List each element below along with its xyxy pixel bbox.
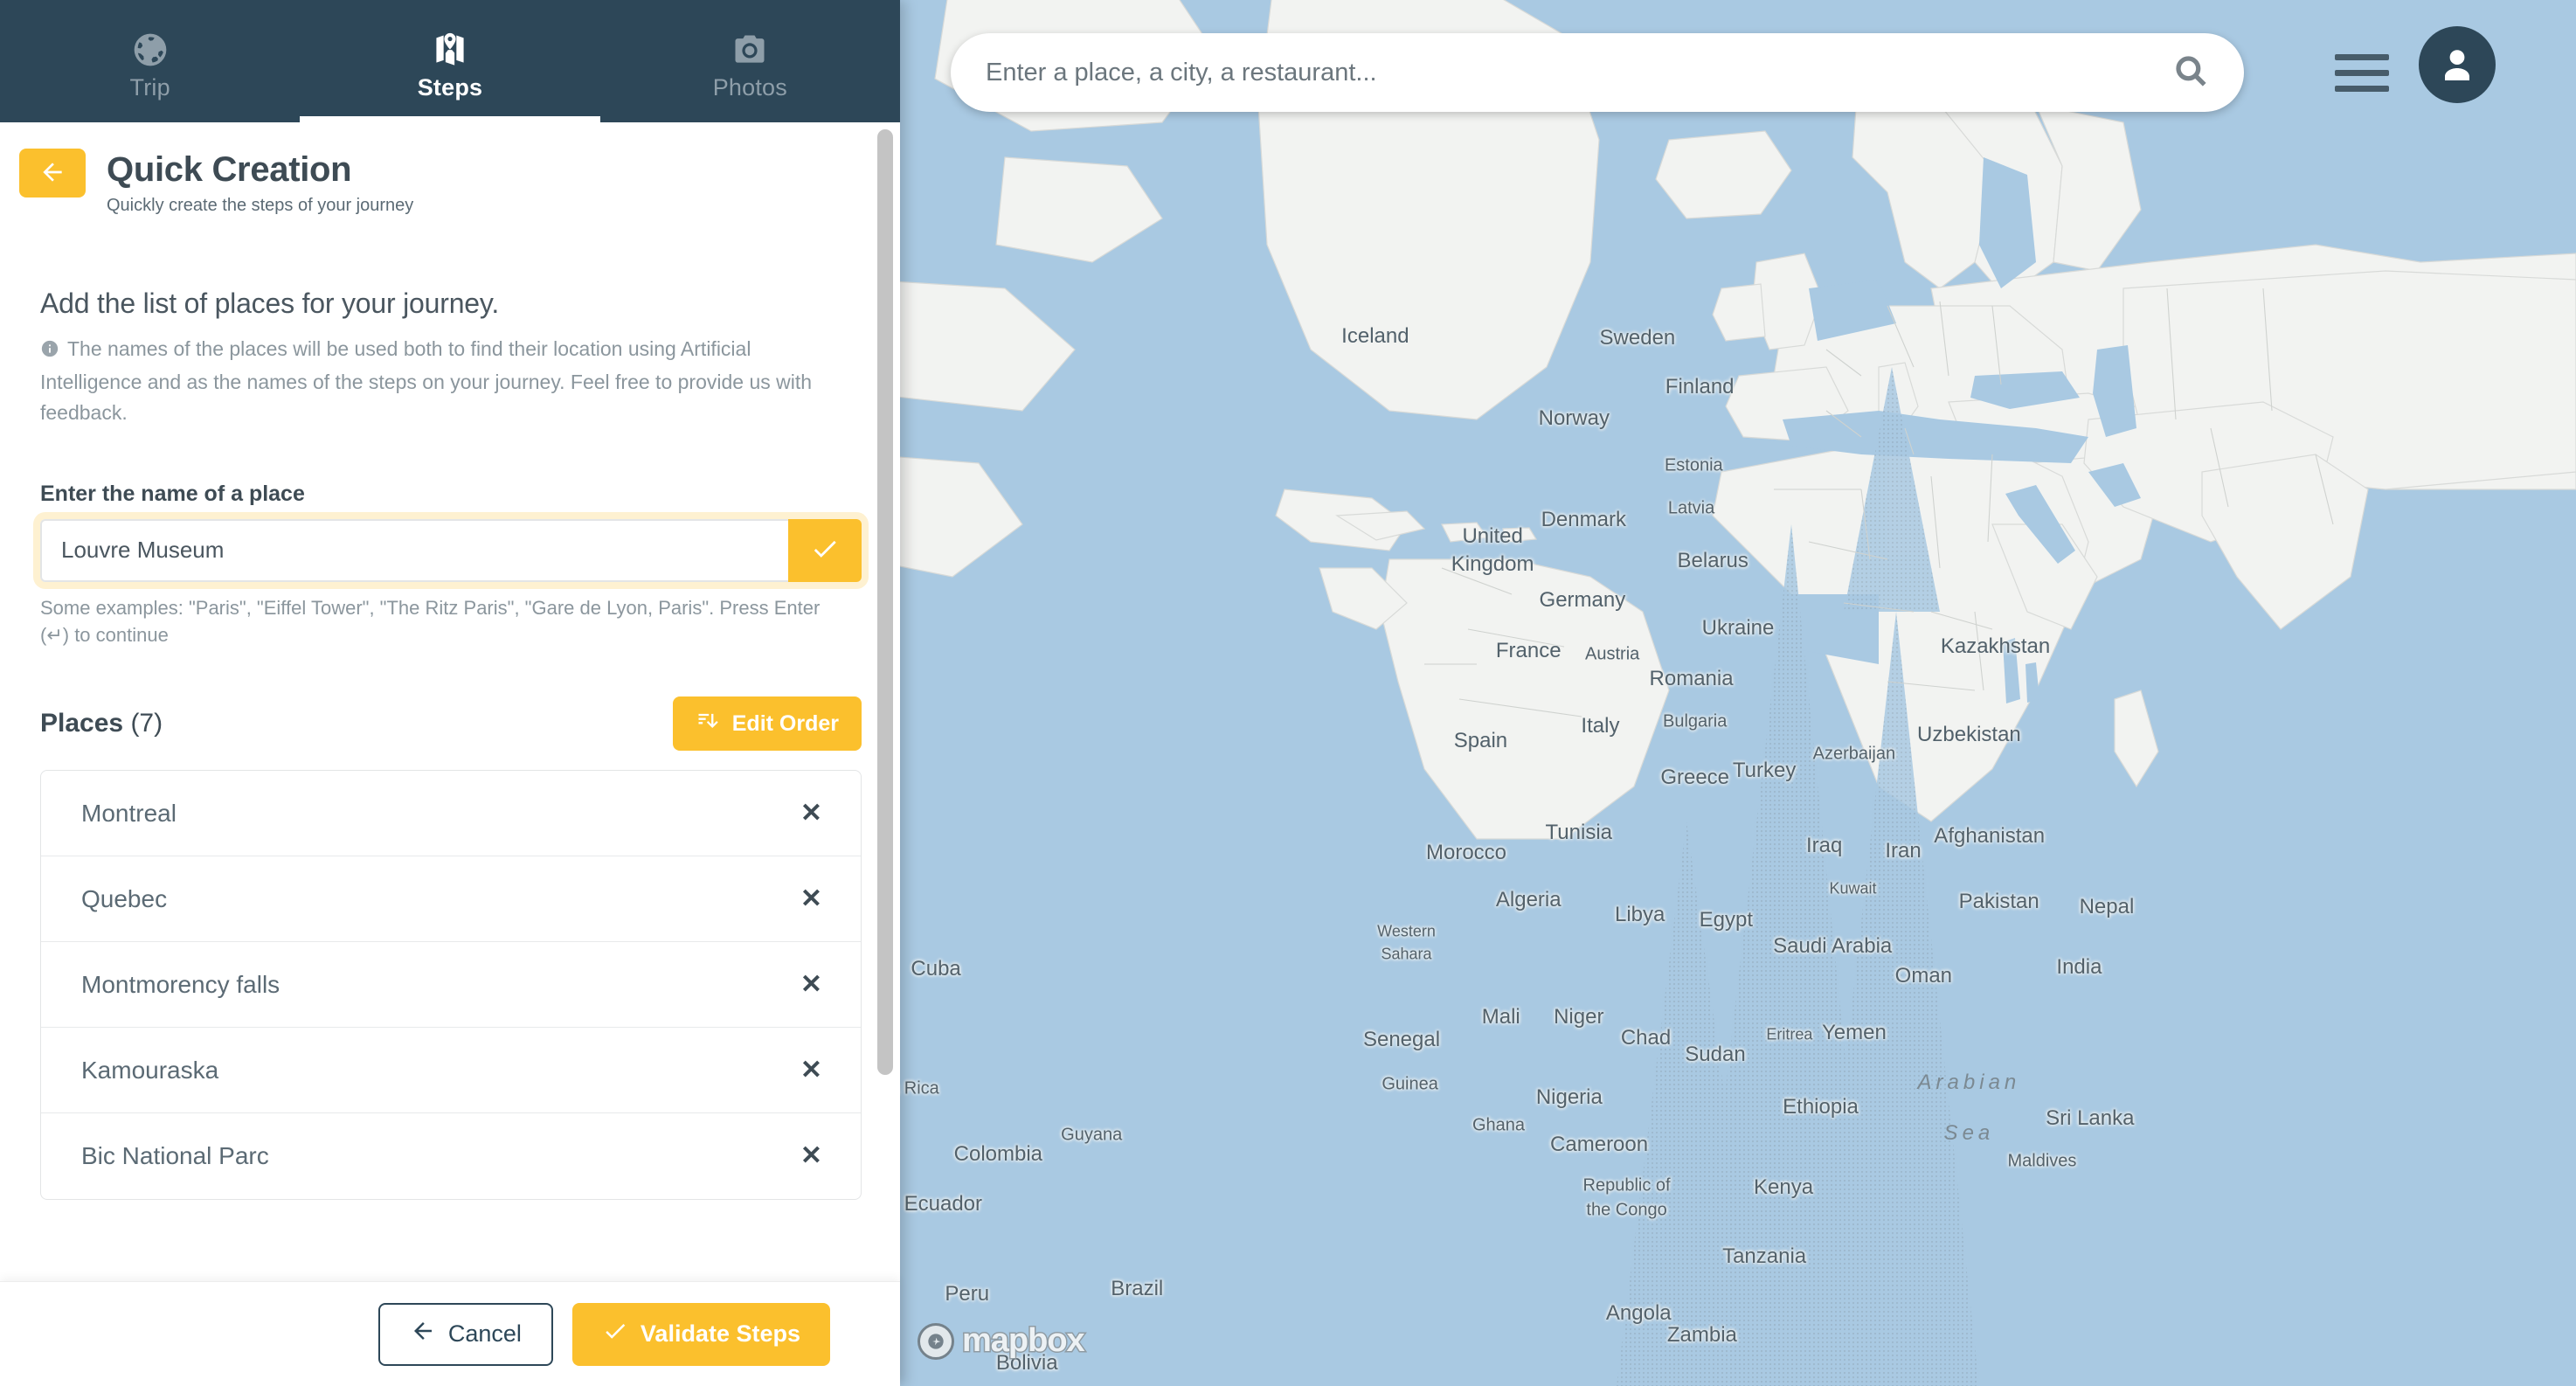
mapbox-mark-icon <box>918 1322 954 1360</box>
panel-body: Add the list of places for your journey.… <box>0 288 900 1201</box>
remove-place-button[interactable]: ✕ <box>792 967 831 1003</box>
user-avatar-icon[interactable] <box>2419 26 2496 103</box>
place-row: Kamouraska ✕ <box>41 1028 861 1114</box>
tab-steps[interactable]: Steps <box>300 0 600 122</box>
place-name-input[interactable] <box>40 518 788 582</box>
places-list: Montreal ✕ Quebec ✕ Montmorency falls ✕ Kamour… <box>40 770 862 1201</box>
places-count: (7) <box>130 709 163 738</box>
place-row: Montreal ✕ <box>41 771 861 857</box>
places-title: Places (7) <box>40 709 163 738</box>
hamburger-menu-icon[interactable] <box>2335 45 2389 100</box>
sort-descending-icon <box>696 709 720 739</box>
arrow-left-icon <box>38 158 66 189</box>
top-tab-bar: Trip Steps Photos <box>0 0 900 122</box>
menu-bar-3 <box>2335 85 2389 92</box>
map-vector-layer <box>900 0 2576 1386</box>
place-name: Kamouraska <box>81 1056 219 1084</box>
map-search-bar[interactable] <box>951 33 2244 112</box>
cancel-button[interactable]: Cancel <box>377 1302 553 1366</box>
intro-note-text: The names of the places will be used bot… <box>40 337 813 425</box>
tab-trip[interactable]: Trip <box>0 0 300 122</box>
tab-steps-label: Steps <box>417 73 483 100</box>
panel-header-text: Quick Creation Quickly create the steps … <box>107 149 413 216</box>
remove-place-button[interactable]: ✕ <box>792 1138 831 1175</box>
places-title-text: Places <box>40 709 124 738</box>
place-name: Bic National Parc <box>81 1142 269 1170</box>
menu-bar-2 <box>2335 69 2389 76</box>
place-row: Quebec ✕ <box>41 856 861 943</box>
place-name: Montreal <box>81 799 177 827</box>
search-icon[interactable] <box>2172 52 2209 94</box>
map-search-input[interactable] <box>986 58 2172 87</box>
intro-note-row: The names of the places will be used bot… <box>40 334 844 429</box>
edit-order-label: Edit Order <box>731 710 839 736</box>
globe-icon <box>131 31 170 69</box>
remove-place-button[interactable]: ✕ <box>792 1052 831 1089</box>
confirm-place-button[interactable] <box>788 518 862 582</box>
panel-scrollbar[interactable] <box>877 129 893 1075</box>
info-icon <box>40 336 59 367</box>
panel-header: Quick Creation Quickly create the steps … <box>0 122 900 216</box>
mapbox-attribution-logo[interactable]: mapbox <box>918 1321 1087 1361</box>
place-name: Montmorency falls <box>81 970 280 998</box>
remove-place-button[interactable]: ✕ <box>792 881 831 918</box>
mapbox-wordmark: mapbox <box>961 1321 1087 1361</box>
map-pin-icon <box>431 31 469 69</box>
place-field-label: Enter the name of a place <box>40 481 305 506</box>
page-subtitle: Quickly create the steps of your journey <box>107 196 414 215</box>
place-row: Bic National Parc ✕ <box>41 1113 861 1199</box>
remove-place-button[interactable]: ✕ <box>792 795 831 832</box>
tab-photos-label: Photos <box>712 73 787 100</box>
edit-order-button[interactable]: Edit Order <box>672 696 862 752</box>
tab-trip-label: Trip <box>129 73 170 100</box>
intro-title: Add the list of places for your journey. <box>40 288 500 319</box>
place-row: Montmorency falls ✕ <box>41 942 861 1029</box>
place-name: Quebec <box>81 884 168 912</box>
tab-photos[interactable]: Photos <box>600 0 900 122</box>
panel-scrollbar-thumb[interactable] <box>877 129 893 1075</box>
validate-steps-button[interactable]: Validate Steps <box>571 1302 830 1366</box>
place-input-group <box>40 518 862 582</box>
places-header: Places (7) Edit Order <box>40 696 862 752</box>
examples-hint: Some examples: "Paris", "Eiffel Tower", … <box>40 596 821 647</box>
check-icon <box>602 1318 628 1350</box>
cancel-label: Cancel <box>447 1320 522 1347</box>
menu-bar-1 <box>2335 53 2389 60</box>
back-button[interactable] <box>19 149 86 198</box>
panel-footer: Cancel Validate Steps <box>0 1281 900 1386</box>
app-root: Trip Steps Photos Quick Creation Quickly… <box>0 0 2576 1386</box>
map-canvas[interactable]: Iceland Sweden Finland Norway Estonia Latvia D… <box>900 0 2576 1386</box>
page-title: Quick Creation <box>107 150 352 189</box>
steps-side-panel: Trip Steps Photos Quick Creation Quickly… <box>0 0 900 1386</box>
arrow-left-icon <box>410 1318 436 1350</box>
validate-label: Validate Steps <box>640 1320 800 1347</box>
check-icon <box>810 534 840 566</box>
camera-icon <box>731 31 769 69</box>
